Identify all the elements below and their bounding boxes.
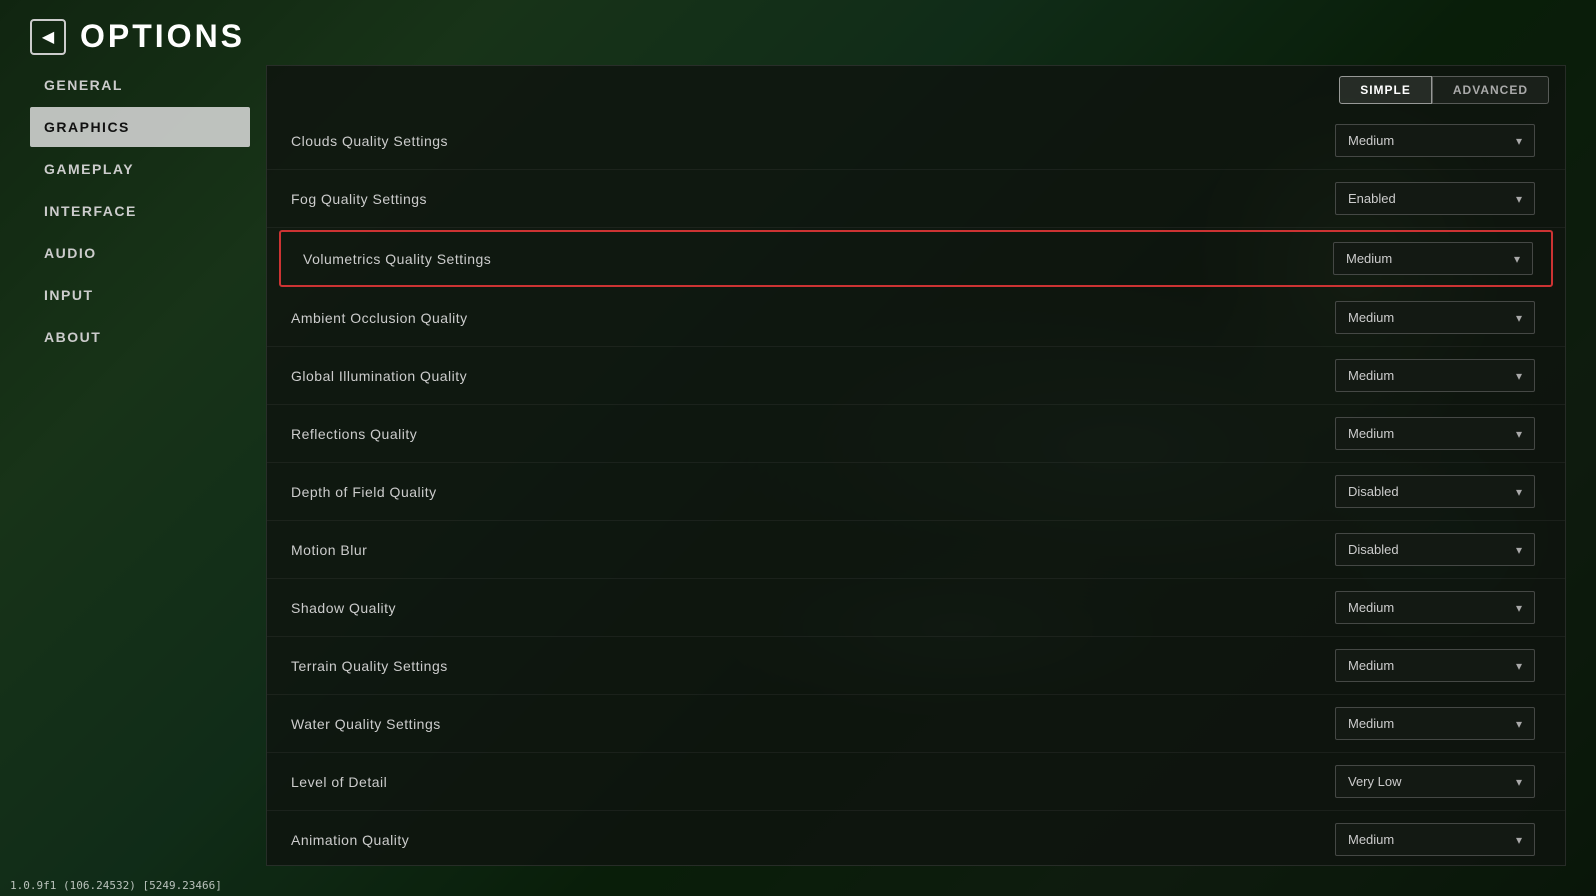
sidebar-item-graphics[interactable]: GRAPHICS	[30, 107, 250, 147]
setting-dropdown-animation-quality[interactable]: Medium ▾	[1335, 823, 1535, 856]
setting-value-motion-blur: Disabled	[1348, 542, 1399, 557]
tab-simple[interactable]: SIMPLE	[1339, 76, 1432, 104]
setting-dropdown-shadow-quality[interactable]: Medium ▾	[1335, 591, 1535, 624]
setting-label-animation-quality: Animation Quality	[291, 832, 1315, 848]
setting-label-water-quality: Water Quality Settings	[291, 716, 1315, 732]
setting-row-shadow-quality: Shadow Quality Medium ▾	[267, 579, 1565, 637]
setting-row-animation-quality: Animation Quality Medium ▾	[267, 811, 1565, 865]
setting-value-global-illumination: Medium	[1348, 368, 1394, 383]
setting-value-level-of-detail: Very Low	[1348, 774, 1401, 789]
setting-value-reflections-quality: Medium	[1348, 426, 1394, 441]
setting-row-fog-quality: Fog Quality Settings Enabled ▾	[267, 170, 1565, 228]
setting-dropdown-reflections-quality[interactable]: Medium ▾	[1335, 417, 1535, 450]
setting-row-water-quality: Water Quality Settings Medium ▾	[267, 695, 1565, 753]
back-button[interactable]: ◀	[30, 19, 66, 55]
setting-value-clouds-quality: Medium	[1348, 133, 1394, 148]
setting-dropdown-motion-blur[interactable]: Disabled ▾	[1335, 533, 1535, 566]
setting-label-ambient-occlusion: Ambient Occlusion Quality	[291, 310, 1315, 326]
sidebar-item-interface[interactable]: INTERFACE	[30, 191, 250, 231]
setting-dropdown-water-quality[interactable]: Medium ▾	[1335, 707, 1535, 740]
setting-value-depth-of-field: Disabled	[1348, 484, 1399, 499]
content-area: GENERALGRAPHICSGAMEPLAYINTERFACEAUDIOINP…	[0, 65, 1596, 896]
setting-dropdown-clouds-quality[interactable]: Medium ▾	[1335, 124, 1535, 157]
setting-label-motion-blur: Motion Blur	[291, 542, 1315, 558]
chevron-down-icon: ▾	[1516, 485, 1522, 499]
back-icon: ◀	[42, 27, 54, 47]
chevron-down-icon: ▾	[1516, 311, 1522, 325]
setting-dropdown-volumetrics-quality[interactable]: Medium ▾	[1333, 242, 1533, 275]
setting-row-volumetrics-quality: Volumetrics Quality Settings Medium ▾	[279, 230, 1553, 287]
setting-label-fog-quality: Fog Quality Settings	[291, 191, 1315, 207]
setting-row-global-illumination: Global Illumination Quality Medium ▾	[267, 347, 1565, 405]
chevron-down-icon: ▾	[1516, 717, 1522, 731]
setting-row-clouds-quality: Clouds Quality Settings Medium ▾	[267, 112, 1565, 170]
chevron-down-icon: ▾	[1516, 775, 1522, 789]
main-panel: SIMPLEADVANCED Clouds Quality Settings Me…	[266, 65, 1566, 866]
setting-value-volumetrics-quality: Medium	[1346, 251, 1392, 266]
chevron-down-icon: ▾	[1516, 369, 1522, 383]
setting-dropdown-ambient-occlusion[interactable]: Medium ▾	[1335, 301, 1535, 334]
setting-label-volumetrics-quality: Volumetrics Quality Settings	[303, 251, 1313, 267]
setting-row-reflections-quality: Reflections Quality Medium ▾	[267, 405, 1565, 463]
setting-value-animation-quality: Medium	[1348, 832, 1394, 847]
main-container: ◀ OPTIONS GENERALGRAPHICSGAMEPLAYINTERFA…	[0, 0, 1596, 896]
page-title: OPTIONS	[80, 18, 245, 55]
chevron-down-icon: ▾	[1516, 659, 1522, 673]
status-text: 1.0.9f1 (106.24532) [5249.23466]	[10, 879, 222, 892]
sidebar-item-general[interactable]: GENERAL	[30, 65, 250, 105]
setting-value-water-quality: Medium	[1348, 716, 1394, 731]
setting-dropdown-terrain-quality[interactable]: Medium ▾	[1335, 649, 1535, 682]
chevron-down-icon: ▾	[1516, 134, 1522, 148]
setting-dropdown-global-illumination[interactable]: Medium ▾	[1335, 359, 1535, 392]
setting-row-terrain-quality: Terrain Quality Settings Medium ▾	[267, 637, 1565, 695]
setting-label-shadow-quality: Shadow Quality	[291, 600, 1315, 616]
settings-list[interactable]: Clouds Quality SettingsMedium▾Fog Qualit…	[267, 104, 1565, 865]
tab-advanced[interactable]: ADVANCED	[1432, 76, 1549, 104]
setting-label-depth-of-field: Depth of Field Quality	[291, 484, 1315, 500]
chevron-down-icon: ▾	[1514, 252, 1520, 266]
sidebar-item-about[interactable]: ABOUT	[30, 317, 250, 357]
sidebar-item-input[interactable]: INPUT	[30, 275, 250, 315]
setting-label-clouds-quality: Clouds Quality Settings	[291, 133, 1315, 149]
chevron-down-icon: ▾	[1516, 833, 1522, 847]
chevron-down-icon: ▾	[1516, 601, 1522, 615]
setting-value-shadow-quality: Medium	[1348, 600, 1394, 615]
setting-dropdown-depth-of-field[interactable]: Disabled ▾	[1335, 475, 1535, 508]
setting-dropdown-fog-quality[interactable]: Enabled ▾	[1335, 182, 1535, 215]
setting-row-ambient-occlusion: Ambient Occlusion Quality Medium ▾	[267, 289, 1565, 347]
header: ◀ OPTIONS	[0, 0, 1596, 65]
setting-value-ambient-occlusion: Medium	[1348, 310, 1394, 325]
chevron-down-icon: ▾	[1516, 427, 1522, 441]
sidebar: GENERALGRAPHICSGAMEPLAYINTERFACEAUDIOINP…	[30, 65, 250, 866]
setting-value-fog-quality: Enabled	[1348, 191, 1396, 206]
chevron-down-icon: ▾	[1516, 192, 1522, 206]
setting-row-motion-blur: Motion Blur Disabled ▾	[267, 521, 1565, 579]
setting-label-level-of-detail: Level of Detail	[291, 774, 1315, 790]
sidebar-item-audio[interactable]: AUDIO	[30, 233, 250, 273]
setting-value-terrain-quality: Medium	[1348, 658, 1394, 673]
setting-row-depth-of-field: Depth of Field Quality Disabled ▾	[267, 463, 1565, 521]
status-bar: 1.0.9f1 (106.24532) [5249.23466]	[0, 875, 1596, 896]
setting-label-global-illumination: Global Illumination Quality	[291, 368, 1315, 384]
setting-label-reflections-quality: Reflections Quality	[291, 426, 1315, 442]
setting-row-level-of-detail: Level of Detail Very Low ▾	[267, 753, 1565, 811]
setting-dropdown-level-of-detail[interactable]: Very Low ▾	[1335, 765, 1535, 798]
tab-bar: SIMPLEADVANCED	[267, 66, 1565, 104]
setting-label-terrain-quality: Terrain Quality Settings	[291, 658, 1315, 674]
sidebar-item-gameplay[interactable]: GAMEPLAY	[30, 149, 250, 189]
chevron-down-icon: ▾	[1516, 543, 1522, 557]
